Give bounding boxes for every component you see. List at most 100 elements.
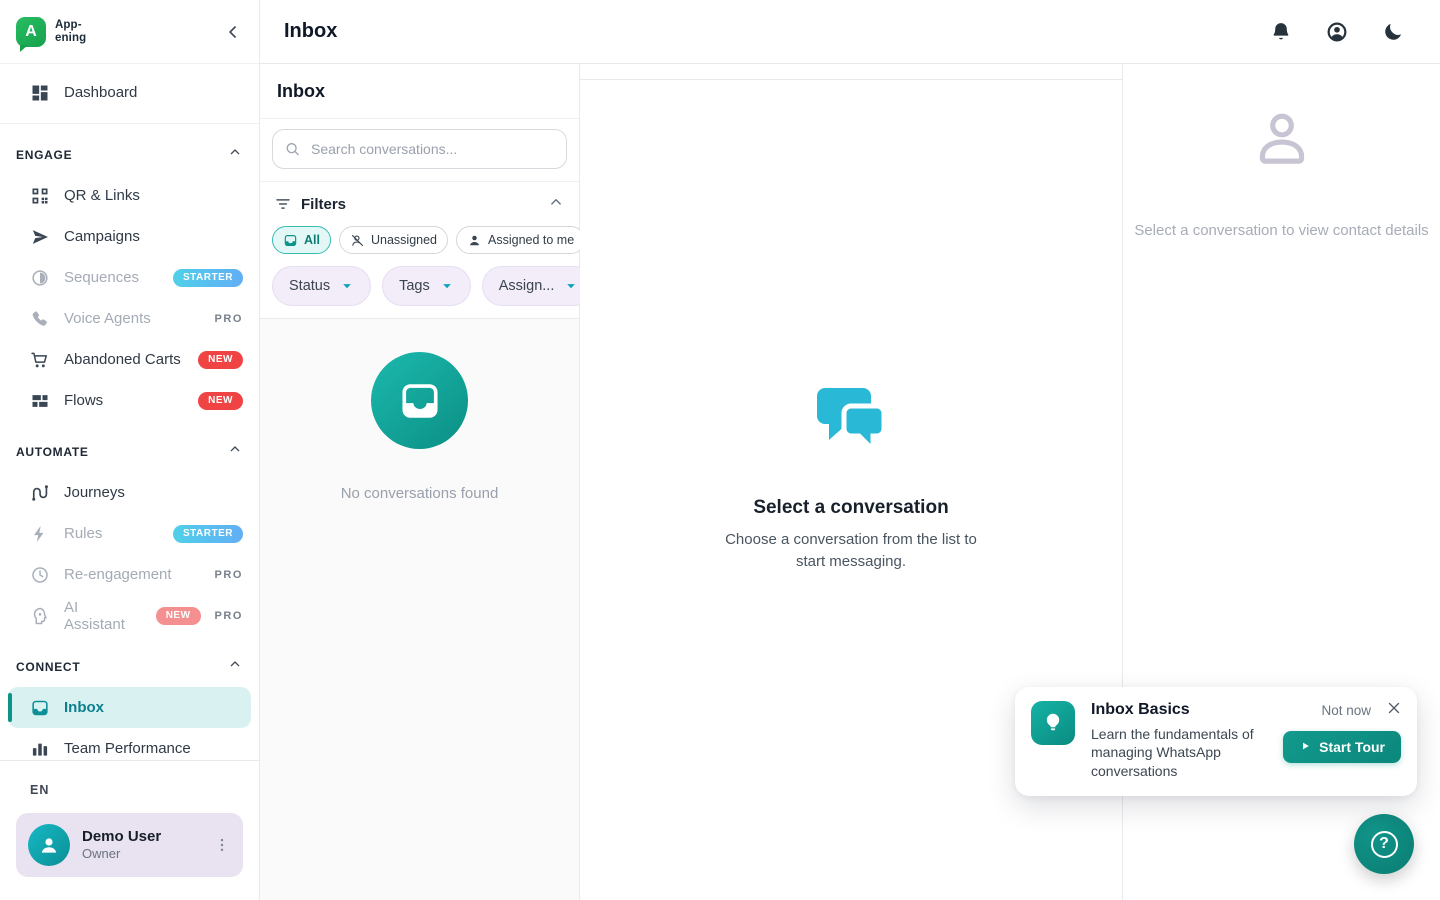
chip-label: Assigned to me xyxy=(488,233,574,247)
chevron-up-icon[interactable] xyxy=(227,656,243,677)
sidebar-item-campaigns[interactable]: Campaigns xyxy=(0,216,259,257)
sidebar-item-label: Voice Agents xyxy=(64,310,151,327)
item-trailing: NEW xyxy=(198,392,243,410)
sidebar-item-voice-agents[interactable]: Voice Agents PRO xyxy=(0,298,259,339)
sidebar-item-label: Inbox xyxy=(64,699,104,716)
empty-inbox-badge xyxy=(371,352,468,449)
filters-label: Filters xyxy=(301,196,346,213)
sidebar-item-rules[interactable]: Rules STARTER xyxy=(0,513,259,554)
user-role: Owner xyxy=(82,846,161,862)
sidebar-item-qr-links[interactable]: QR & Links xyxy=(0,175,259,216)
filter-dropdown-assign[interactable]: Assign... xyxy=(482,266,596,306)
bar-chart-icon xyxy=(30,739,50,759)
account-circle-icon xyxy=(1326,21,1348,43)
journeys-icon xyxy=(30,483,50,503)
person-outline-icon xyxy=(1249,108,1315,179)
item-trailing: PRO xyxy=(215,569,243,581)
start-tour-button[interactable]: Start Tour xyxy=(1283,731,1401,763)
filter-chip-all[interactable]: All xyxy=(272,226,331,254)
tour-close-button[interactable] xyxy=(1383,697,1405,719)
caret-down-icon xyxy=(440,279,454,293)
conversation-list-empty: No conversations found xyxy=(260,319,579,900)
section-label: ENGAGE xyxy=(16,148,72,162)
search-wrap xyxy=(272,129,567,169)
cart-icon xyxy=(30,350,50,370)
help-button[interactable]: ? xyxy=(1354,814,1414,874)
notifications-bell-icon xyxy=(1270,21,1292,43)
sidebar-item-dashboard[interactable]: Dashboard xyxy=(0,72,259,113)
badge-starter: STARTER xyxy=(173,525,243,543)
brand-logo-icon: A xyxy=(16,17,46,47)
section-header-connect: CONNECT xyxy=(0,636,259,687)
badge-new: NEW xyxy=(198,351,243,369)
sidebar-collapse-button[interactable] xyxy=(221,20,245,44)
sidebar-item-label: QR & Links xyxy=(64,187,140,204)
not-now-button[interactable]: Not now xyxy=(1321,703,1371,718)
search-input[interactable] xyxy=(272,129,567,169)
person-icon xyxy=(467,233,482,248)
tier-label: PRO xyxy=(215,313,243,325)
sidebar-item-ai-assistant[interactable]: AI Assistant NEW PRO xyxy=(0,595,259,636)
phone-icon xyxy=(30,309,50,329)
language-selector[interactable]: EN xyxy=(0,761,49,797)
tour-card-body: Learn the fundamentals of managing Whats… xyxy=(1091,725,1266,780)
sidebar-item-sequences[interactable]: SequencesSTARTER xyxy=(0,257,259,298)
chat-empty-title: Select a conversation xyxy=(753,497,948,519)
filters-collapse-chevron-icon[interactable] xyxy=(547,193,565,216)
dropdown-label: Status xyxy=(289,278,330,294)
sidebar-item-flows[interactable]: FlowsNEW xyxy=(0,380,259,421)
chevron-up-icon[interactable] xyxy=(227,441,243,462)
chip-label: Unassigned xyxy=(371,233,437,247)
filter-dropdown-status[interactable]: Status xyxy=(272,266,371,306)
filter-chip-assigned-to-me[interactable]: Assigned to me xyxy=(456,226,585,254)
sidebar-item-re-engagement[interactable]: Re-engagement PRO xyxy=(0,554,259,595)
empty-list-text: No conversations found xyxy=(341,485,499,502)
item-trailing: STARTER xyxy=(173,525,243,543)
sidebar-item-label: Campaigns xyxy=(64,228,140,245)
notifications-bell-button[interactable] xyxy=(1268,19,1294,45)
dashboard-icon xyxy=(30,83,50,103)
filter-dropdown-tags[interactable]: Tags xyxy=(382,266,471,306)
lightbulb-icon xyxy=(1031,701,1075,745)
dropdown-label: Tags xyxy=(399,278,430,294)
filter-chip-unassigned[interactable]: Unassigned xyxy=(339,226,448,254)
topbar-actions xyxy=(1268,19,1406,45)
dark-mode-moon-button[interactable] xyxy=(1380,19,1406,45)
badge-new: NEW xyxy=(156,607,201,625)
chevron-up-icon[interactable] xyxy=(227,144,243,165)
user-card[interactable]: Demo User Owner xyxy=(16,813,243,877)
lightning-icon xyxy=(30,524,50,544)
sidebar-item-journeys[interactable]: Journeys xyxy=(0,472,259,513)
sequences-icon xyxy=(30,268,50,288)
sidebar-item-abandoned-carts[interactable]: Abandoned Carts NEW xyxy=(0,339,259,380)
sidebar-item-inbox[interactable]: Inbox xyxy=(8,687,251,728)
sidebar-item-label: Sequences xyxy=(64,269,139,286)
sidebar-item-label: Rules xyxy=(64,525,102,542)
tier-label: PRO xyxy=(215,610,243,622)
brand-name: App- ening xyxy=(55,19,86,44)
chip-label: All xyxy=(304,233,320,247)
page-title: Inbox xyxy=(284,20,337,43)
dark-mode-moon-icon xyxy=(1382,21,1404,43)
sidebar-header: A App- ening xyxy=(0,0,259,64)
account-circle-button[interactable] xyxy=(1324,19,1350,45)
user-menu-button[interactable] xyxy=(211,834,233,856)
filters-section: Filters All Unassigned Assigned to me Stat… xyxy=(260,182,579,319)
tour-card-content: Inbox Basics Learn the fundamentals of m… xyxy=(1091,701,1266,780)
question-mark-icon: ? xyxy=(1371,831,1398,858)
caret-down-icon xyxy=(564,279,578,293)
section-label: CONNECT xyxy=(16,660,80,674)
sidebar: A App- ening Dashboard ENGAGE QR & Links Ca… xyxy=(0,0,260,900)
item-trailing: PRO xyxy=(215,313,243,325)
play-icon xyxy=(1299,739,1311,755)
ai-assistant-icon xyxy=(30,606,50,626)
filter-chips: AllUnassignedAssigned to me xyxy=(272,226,567,254)
sidebar-item-label: AI Assistant xyxy=(64,599,130,633)
brand-name-line1: App- xyxy=(55,19,86,31)
sidebar-item-label: Re-engagement xyxy=(64,566,172,583)
filters-header[interactable]: Filters xyxy=(272,192,567,216)
item-trailing: NEW xyxy=(198,351,243,369)
section-header-automate: AUTOMATE xyxy=(0,421,259,472)
sidebar-item-label: Abandoned Carts xyxy=(64,351,181,368)
send-icon xyxy=(30,227,50,247)
